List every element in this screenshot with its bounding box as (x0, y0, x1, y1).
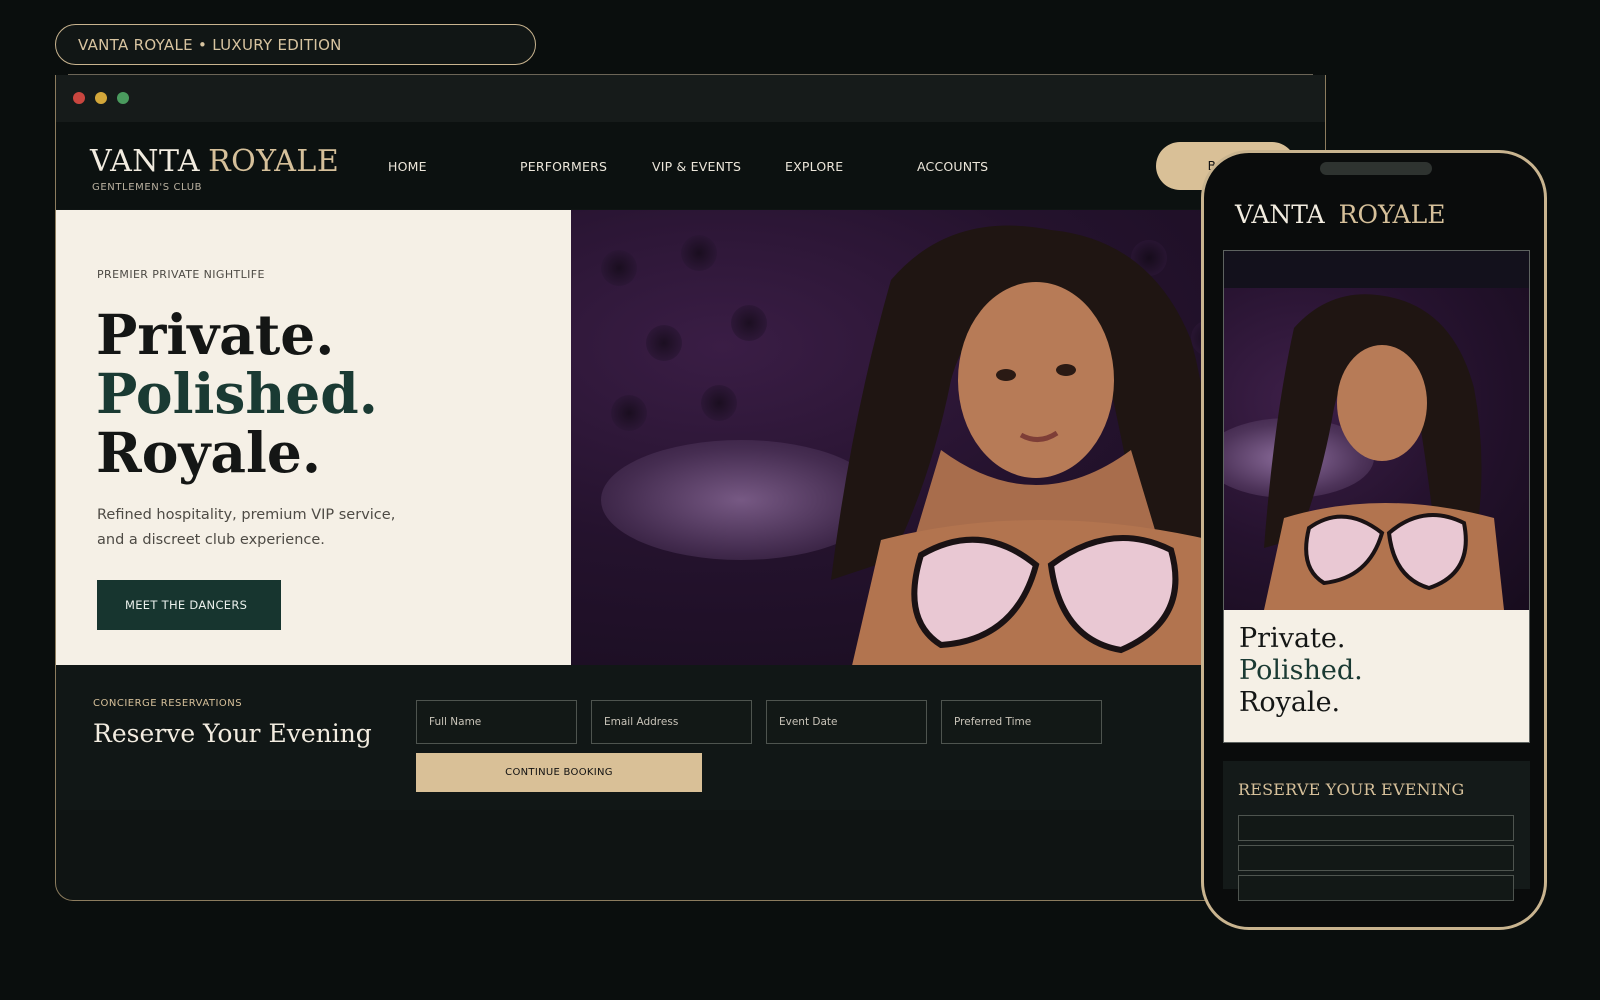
window-minimize-dot[interactable] (95, 92, 107, 104)
mobile-card-header (1224, 251, 1529, 288)
edition-badge: VANTA ROYALE • LUXURY EDITION (55, 24, 536, 65)
reservation-title: Reserve Your Evening (93, 719, 372, 748)
mobile-headline-line-1: Private. (1239, 623, 1346, 654)
site-logo[interactable]: VANTA ROYALE (90, 144, 339, 179)
mobile-input-field[interactable] (1238, 845, 1514, 871)
mobile-hero-card: Private. Polished. Royale. (1223, 250, 1530, 743)
meet-dancers-button[interactable]: MEET THE DANCERS (97, 580, 281, 630)
hero-eyebrow: PREMIER PRIVATE NIGHTLIFE (97, 268, 265, 281)
browser-chrome (56, 75, 1325, 122)
mobile-reserve-title: RESERVE YOUR EVENING (1238, 780, 1465, 799)
nav-vip-events[interactable]: VIP & EVENTS (652, 159, 741, 174)
mobile-input-field[interactable] (1238, 815, 1514, 841)
hero-section: PREMIER PRIVATE NIGHTLIFE Private. Polis… (56, 210, 1325, 665)
window-maximize-dot[interactable] (117, 92, 129, 104)
nav-home[interactable]: HOME (388, 159, 427, 174)
edition-badge-label: VANTA ROYALE • LUXURY EDITION (78, 35, 342, 54)
hero-headline: Private. Polished. Royale. (96, 305, 378, 482)
mobile-headline: Private. Polished. Royale. (1239, 623, 1363, 719)
mobile-phone-mockup: VANTA ROYALE Private. Polished. Royale. R… (1201, 150, 1547, 930)
headline-line-3: Royale. (96, 420, 322, 485)
nav-explore[interactable]: EXPLORE (785, 159, 843, 174)
preferred-time-field[interactable]: Preferred Time (941, 700, 1102, 744)
mobile-reservation-panel: RESERVE YOUR EVENING (1223, 761, 1530, 901)
email-field[interactable]: Email Address (591, 700, 752, 744)
mobile-input-field[interactable] (1238, 875, 1514, 901)
logo-primary: VANTA (90, 144, 201, 179)
hero-description: Refined hospitality, premium VIP service… (97, 507, 396, 548)
full-name-field[interactable]: Full Name (416, 700, 577, 744)
logo-subtitle: GENTLEMEN'S CLUB (92, 182, 203, 193)
mobile-headline-line-2: Polished. (1239, 655, 1363, 686)
continue-booking-button[interactable]: CONTINUE BOOKING (416, 753, 702, 792)
window-close-dot[interactable] (73, 92, 85, 104)
headline-line-2: Polished. (96, 361, 378, 426)
nav-accounts[interactable]: ACCOUNTS (917, 159, 988, 174)
mobile-headline-line-3: Royale. (1239, 687, 1341, 718)
nav-performers[interactable]: PERFORMERS (520, 159, 607, 174)
event-date-field[interactable]: Event Date (766, 700, 927, 744)
headline-line-1: Private. (96, 302, 335, 367)
logo-secondary: ROYALE (208, 144, 340, 179)
hero-text-panel: PREMIER PRIVATE NIGHTLIFE Private. Polis… (56, 210, 571, 665)
desktop-browser-mockup: VANTA ROYALE GENTLEMEN'S CLUB HOME PERFOR… (55, 75, 1326, 901)
mobile-hero-photo (1224, 288, 1529, 610)
mobile-logo[interactable]: VANTA ROYALE (1235, 200, 1445, 229)
reservation-section: CONCIERGE RESERVATIONS Reserve Your Even… (56, 665, 1325, 810)
site-header: VANTA ROYALE GENTLEMEN'S CLUB HOME PERFOR… (56, 122, 1325, 209)
mobile-logo-secondary: ROYALE (1338, 200, 1446, 229)
phone-notch (1320, 162, 1432, 175)
mobile-logo-primary: VANTA (1235, 200, 1325, 229)
reservation-eyebrow: CONCIERGE RESERVATIONS (93, 698, 243, 709)
